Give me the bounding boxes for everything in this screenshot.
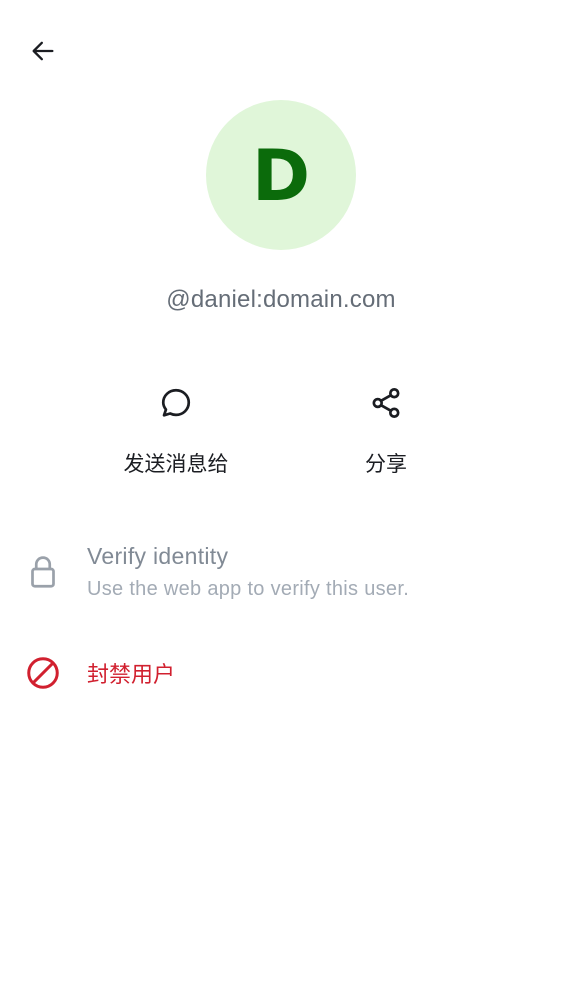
verify-identity-text: Verify identity Use the web app to verif… bbox=[87, 543, 409, 601]
arrow-left-icon bbox=[32, 41, 54, 61]
ban-user-item[interactable]: 封禁用户 bbox=[0, 648, 562, 698]
share-icon bbox=[363, 380, 409, 426]
ban-user-label: 封禁用户 bbox=[87, 663, 176, 688]
avatar[interactable]: D bbox=[206, 100, 356, 250]
chat-bubble-icon bbox=[153, 380, 199, 426]
back-button[interactable] bbox=[20, 28, 66, 74]
verify-identity-title: Verify identity bbox=[87, 543, 229, 569]
block-icon bbox=[20, 650, 66, 696]
send-message-button[interactable]: 发送消息给 bbox=[96, 380, 256, 478]
send-message-label: 发送消息给 bbox=[123, 452, 229, 476]
user-profile-screen: D @daniel:domain.com 发送消息给 分享 Verify ide… bbox=[0, 0, 562, 1000]
avatar-initial: D bbox=[251, 135, 311, 217]
lock-icon bbox=[20, 549, 66, 595]
verify-identity-item[interactable]: Verify identity Use the web app to verif… bbox=[0, 536, 562, 608]
ban-user-text: 封禁用户 bbox=[87, 657, 175, 689]
share-label: 分享 bbox=[365, 452, 407, 476]
user-id: @daniel:domain.com bbox=[166, 286, 396, 313]
verify-identity-subtitle: Use the web app to verify this user. bbox=[87, 578, 410, 600]
share-button[interactable]: 分享 bbox=[306, 380, 466, 478]
